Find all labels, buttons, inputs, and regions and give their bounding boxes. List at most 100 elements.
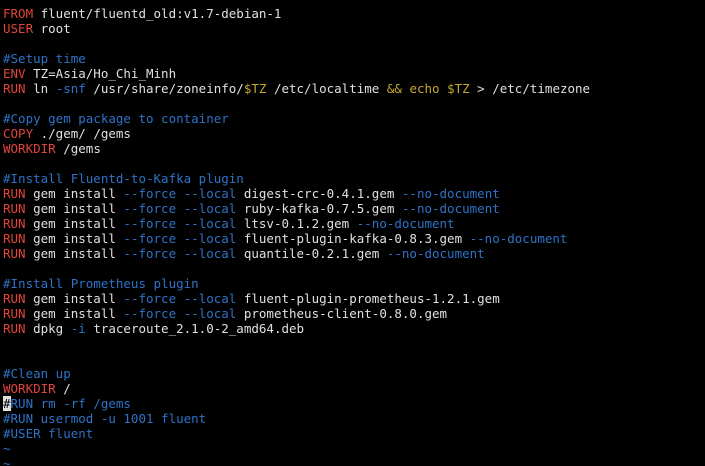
code-token: fluent/fluentd_old:v1.7-debian-1 [33,6,282,21]
editor-line: ~ [3,441,705,456]
editor-line: #Copy gem package to container [3,111,705,126]
shell-operator: && [386,81,402,96]
editor-blank-line [3,36,705,51]
comment-text: #Setup time [3,51,86,66]
terminal-window[interactable]: FROM fluent/fluentd_old:v1.7-debian-1 USE… [0,0,705,466]
code-token: fluent-plugin-prometheus-1.2.1.gem [236,291,500,306]
empty-line-tilde: ~ [3,441,11,456]
option-flag: --no-document [401,201,500,216]
code-token: fluent-plugin-kafka-0.8.3.gem [236,231,470,246]
code-token: ./gem/ /gems [33,126,131,141]
editor-line: #RUN usermod -u 1001 fluent [3,411,705,426]
editor-text-area[interactable]: FROM fluent/fluentd_old:v1.7-debian-1 USE… [3,6,705,466]
instruction-keyword: FROM [3,6,34,21]
editor-line: WORKDIR / [3,381,705,396]
option-flag: --force [123,201,177,216]
option-flag: --force [123,216,177,231]
editor-blank-line [3,96,705,111]
comment-text: #RUN usermod -u 1001 fluent [3,411,207,426]
code-token: gem install [25,201,124,216]
instruction-keyword: COPY [3,126,34,141]
instruction-keyword: RUN [3,306,26,321]
code-token: /etc/localtime [266,81,387,96]
editor-line: RUN gem install --force --local ltsv-0.1… [3,216,705,231]
code-token: gem install [25,231,124,246]
env-variable: $TZ [243,81,267,96]
editor-line: RUN gem install --force --local digest-c… [3,186,705,201]
instruction-keyword: RUN [3,186,26,201]
code-token: TZ=Asia/Ho_Chi_Minh [25,66,177,81]
comment-text: #Install Prometheus plugin [3,276,199,291]
instruction-keyword: WORKDIR [3,141,56,156]
editor-line: RUN gem install --force --local quantile… [3,246,705,261]
editor-line: RUN dpkg -i traceroute_2.1.0-2_amd64.deb [3,321,705,336]
instruction-keyword: RUN [3,321,26,336]
option-flag: --local [183,216,237,231]
option-flag: -snf [55,81,86,96]
shell-builtin: echo [409,81,440,96]
code-token: ruby-kafka-0.7.5.gem [236,201,402,216]
editor-line: #Setup time [3,51,705,66]
editor-line: FROM fluent/fluentd_old:v1.7-debian-1 [3,6,705,21]
code-token: ltsv-0.1.2.gem [236,216,357,231]
editor-line: RUN gem install --force --local ruby-kaf… [3,201,705,216]
empty-line-tilde: ~ [3,456,11,466]
editor-line: RUN gem install --force --local fluent-p… [3,231,705,246]
instruction-keyword: RUN [3,201,26,216]
editor-line: RUN ln -snf /usr/share/zoneinfo/$TZ /etc… [3,81,705,96]
option-flag: --no-document [401,186,500,201]
code-token: > /etc/timezone [469,81,591,96]
comment-text: #USER fluent [3,426,94,441]
editor-blank-line [3,156,705,171]
editor-line: #USER fluent [3,426,705,441]
editor-blank-line [3,261,705,276]
instruction-keyword: USER [3,21,34,36]
editor-line: #Install Fluentd-to-Kafka plugin [3,171,705,186]
editor-line: USER root [3,21,705,36]
code-token: gem install [25,291,124,306]
option-flag: --force [123,231,177,246]
code-token: quantile-0.2.1.gem [236,246,387,261]
editor-blank-line [3,351,705,366]
code-token: root [33,21,71,36]
instruction-keyword: WORKDIR [3,381,56,396]
code-token: /gems [55,141,101,156]
comment-text: RUN rm -rf /gems [10,396,131,411]
option-flag: --force [123,291,177,306]
code-token: /usr/share/zoneinfo/ [85,81,244,96]
editor-line: ~ [3,456,705,466]
option-flag: --force [123,246,177,261]
code-token: gem install [25,186,124,201]
code-token: digest-crc-0.4.1.gem [236,186,402,201]
instruction-keyword: RUN [3,216,26,231]
editor-line: ENV TZ=Asia/Ho_Chi_Minh [3,66,705,81]
code-token: dpkg [25,321,71,336]
editor-line: WORKDIR /gems [3,141,705,156]
editor-line: #Clean up [3,366,705,381]
instruction-keyword: ENV [3,66,26,81]
code-token: gem install [25,216,124,231]
option-flag: --local [183,231,237,246]
code-token: gem install [25,306,124,321]
editor-line: COPY ./gem/ /gems [3,126,705,141]
code-token: traceroute_2.1.0-2_amd64.deb [85,321,305,336]
option-flag: --force [123,186,177,201]
editor-line: RUN gem install --force --local promethe… [3,306,705,321]
instruction-keyword: RUN [3,231,26,246]
code-token: prometheus-client-0.8.0.gem [236,306,448,321]
option-flag: --local [183,246,237,261]
code-token: gem install [25,246,124,261]
code-token: ln [25,81,56,96]
code-token: / [55,381,71,396]
option-flag: --local [183,306,237,321]
option-flag: --no-document [469,231,568,246]
option-flag: --no-document [386,246,485,261]
